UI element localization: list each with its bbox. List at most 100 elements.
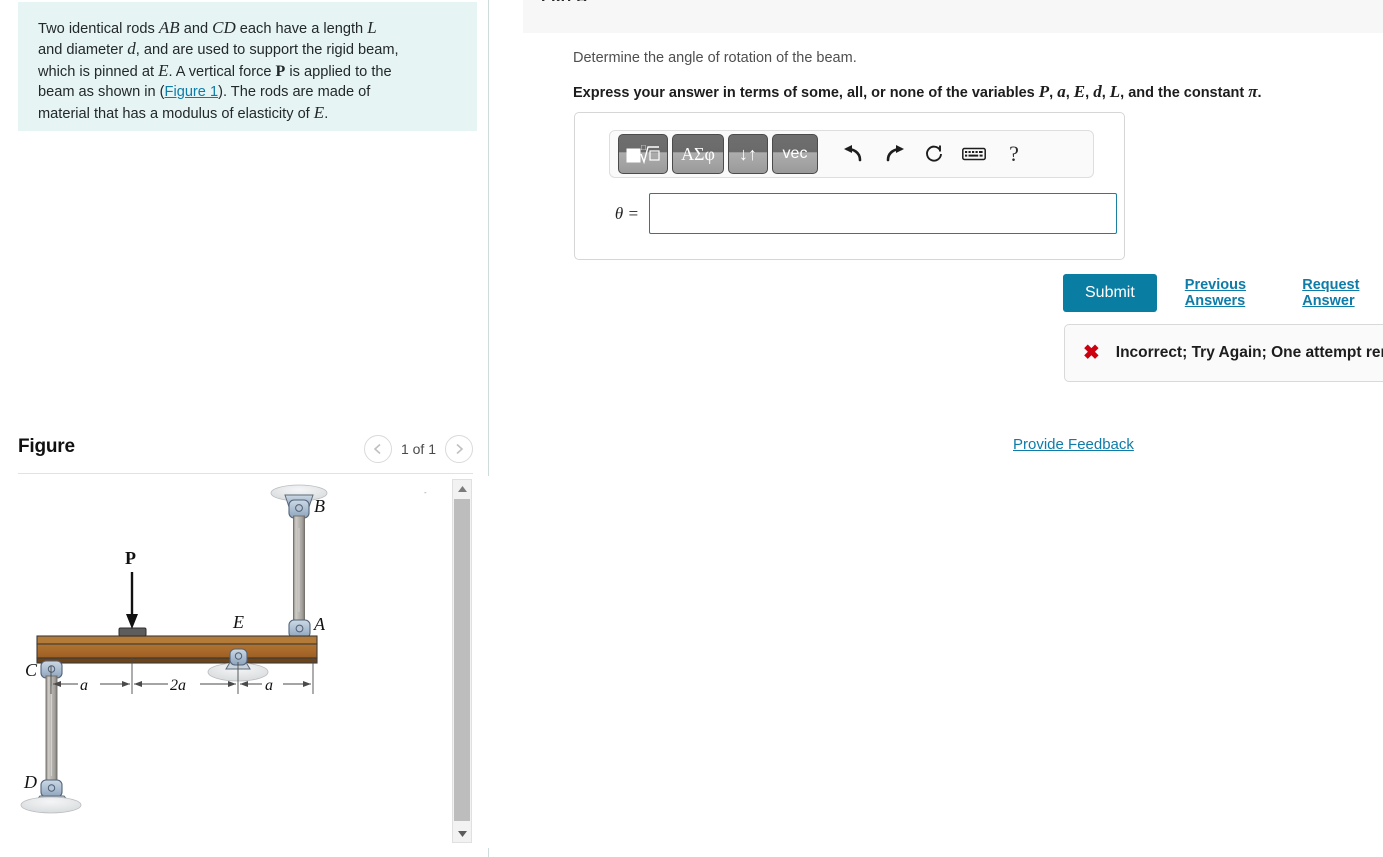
problem-line5-b: . bbox=[324, 105, 329, 122]
submit-row: Submit Previous Answers Request Answer bbox=[1063, 274, 1383, 312]
problem-line2-a: and diameter bbox=[38, 42, 128, 59]
answer-input[interactable] bbox=[649, 193, 1117, 234]
dimension-label-right: a bbox=[265, 677, 273, 694]
redo-arrow-glyph bbox=[886, 145, 904, 162]
comma-1: , bbox=[1049, 85, 1058, 101]
figure-divider bbox=[18, 473, 473, 474]
pin-bracket-C bbox=[40, 660, 63, 679]
figure-label-B: B bbox=[314, 496, 325, 516]
symbol-AB: AB bbox=[158, 18, 180, 37]
right-pane: Part A Determine the angle of rotation o… bbox=[490, 0, 1383, 857]
var-d: d bbox=[1093, 82, 1102, 101]
figure-label-D: D bbox=[23, 772, 37, 792]
figure-corner-tick: - bbox=[424, 488, 427, 497]
problem-line4-a: beam as shown in ( bbox=[38, 84, 165, 101]
dimension-label-left: a bbox=[80, 677, 88, 694]
figure-prev-button[interactable] bbox=[363, 435, 392, 463]
symbol-CD: CD bbox=[212, 18, 236, 37]
problem-statement-box: Two identical rods AB and CD each have a… bbox=[18, 2, 477, 131]
chevron-right-icon bbox=[455, 443, 463, 455]
submit-button[interactable]: Submit bbox=[1063, 274, 1157, 312]
figure-header: Figure 1 of 1 bbox=[0, 428, 489, 476]
undo-arrow-glyph bbox=[844, 145, 862, 162]
force-P-arrow bbox=[126, 572, 138, 629]
greek-symbols-button[interactable]: ΑΣφ bbox=[672, 134, 724, 174]
scrollbar-thumb[interactable] bbox=[454, 499, 470, 821]
template-sqrt-button[interactable]: □ bbox=[618, 134, 668, 174]
request-answer-link[interactable]: Request Answer bbox=[1302, 277, 1383, 309]
reset-circle-icon[interactable] bbox=[916, 134, 952, 174]
problem-line5-a: material that has a modulus of elasticit… bbox=[38, 105, 314, 122]
pin-bracket-B bbox=[288, 499, 310, 519]
comma-2: , bbox=[1065, 85, 1074, 101]
theta-label: θ = bbox=[614, 203, 639, 223]
scrollbar-up-button[interactable] bbox=[453, 480, 471, 497]
undo-arrow-icon[interactable] bbox=[836, 134, 872, 174]
page-root: Two identical rods AB and CD each have a… bbox=[0, 0, 1383, 857]
express-text-c: . bbox=[1257, 85, 1262, 101]
problem-line2-b: , and are used to support the rigid beam… bbox=[135, 42, 399, 59]
figure-title: Figure bbox=[18, 436, 75, 457]
previous-answers-link[interactable]: Previous Answers bbox=[1185, 277, 1274, 309]
incorrect-message: Incorrect; Try Again; One attempt remain… bbox=[1115, 344, 1383, 361]
figure-canvas[interactable]: P E B A C D a 2a a bbox=[0, 476, 450, 848]
left-pane: Two identical rods AB and CD each have a… bbox=[0, 0, 489, 857]
redo-arrow-icon[interactable] bbox=[876, 134, 912, 174]
figure-label-E: E bbox=[232, 612, 244, 632]
provide-feedback-link[interactable]: Provide Feedback bbox=[1013, 436, 1134, 453]
answer-widget: □ ΑΣφ ↓↑ vec ? θ = bbox=[574, 112, 1125, 260]
figure-1-link[interactable]: Figure 1 bbox=[165, 84, 219, 100]
var-P: P bbox=[1038, 82, 1050, 101]
figure-label-A: A bbox=[313, 614, 326, 634]
figure-label-C: C bbox=[25, 660, 38, 680]
figure-label-P: P bbox=[125, 548, 136, 568]
var-pi: π bbox=[1248, 82, 1258, 101]
symbol-P-bold: P bbox=[275, 62, 286, 80]
var-a: a bbox=[1057, 82, 1066, 101]
part-header-band bbox=[523, 0, 1383, 33]
beam-rods-diagram: P E B A C D a 2a a bbox=[20, 484, 328, 814]
problem-line3-c: is applied to the bbox=[285, 63, 392, 80]
math-toolbar: □ ΑΣφ ↓↑ vec ? bbox=[609, 130, 1094, 178]
keyboard-glyph bbox=[962, 147, 986, 161]
arrows-button[interactable]: ↓↑ bbox=[728, 134, 768, 174]
help-question-icon[interactable]: ? bbox=[996, 134, 1032, 174]
var-E: E bbox=[1073, 82, 1086, 101]
symbol-E: E bbox=[158, 60, 169, 80]
problem-line1-a: Two identical rods bbox=[38, 21, 159, 37]
comma-3: , bbox=[1085, 85, 1094, 101]
figure-scrollbar[interactable] bbox=[452, 479, 472, 843]
problem-line3-b: . A vertical force bbox=[168, 63, 276, 80]
problem-line1-c: each have a length bbox=[235, 21, 368, 37]
symbol-d: d bbox=[127, 39, 136, 59]
chevron-left-icon bbox=[374, 443, 382, 455]
rod-AB bbox=[293, 515, 305, 625]
figure-next-button[interactable] bbox=[445, 435, 473, 463]
load-pad bbox=[118, 627, 147, 637]
var-L: L bbox=[1109, 82, 1121, 101]
figure-area: P E B A C D a 2a a - bbox=[0, 476, 489, 848]
problem-line3-a: which is pinned at bbox=[38, 63, 159, 80]
rigid-beam bbox=[36, 635, 318, 664]
answer-row: θ = bbox=[609, 193, 1117, 234]
keyboard-icon[interactable] bbox=[956, 134, 992, 174]
svg-text:□: □ bbox=[641, 143, 646, 152]
question-prompt: Determine the angle of rotation of the b… bbox=[573, 50, 857, 66]
symbol-L: L bbox=[367, 18, 377, 37]
dimension-label-mid: 2a bbox=[170, 677, 186, 694]
problem-statement-text: Two identical rods AB and CD each have a… bbox=[38, 18, 457, 124]
figure-count-label: 1 of 1 bbox=[400, 441, 436, 457]
triangle-up-icon bbox=[457, 485, 467, 492]
problem-line1-b: and bbox=[179, 21, 213, 37]
scrollbar-down-button[interactable] bbox=[453, 825, 471, 842]
incorrect-feedback-box: ✖ Incorrect; Try Again; One attempt rema… bbox=[1064, 324, 1383, 382]
template-sqrt-icon: □ bbox=[626, 143, 660, 165]
symbol-E2: E bbox=[313, 102, 325, 122]
vector-button[interactable]: vec bbox=[772, 134, 818, 174]
part-title: Part A bbox=[541, 0, 588, 1]
triangle-down-icon bbox=[457, 830, 467, 837]
rod-CD bbox=[45, 675, 58, 785]
comma-4: , bbox=[1101, 85, 1110, 101]
pin-bracket-A bbox=[288, 619, 311, 639]
reset-circle-glyph bbox=[926, 145, 942, 162]
